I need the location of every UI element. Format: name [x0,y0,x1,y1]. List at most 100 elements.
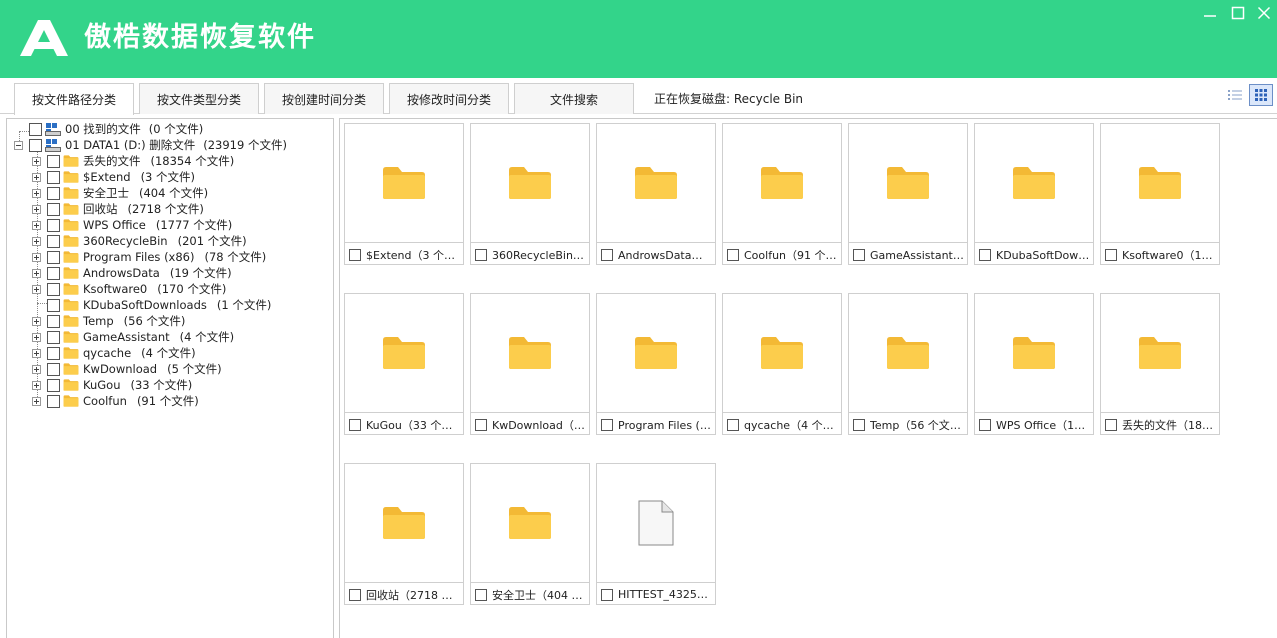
expand-icon[interactable] [32,252,41,262]
tab-file-search[interactable]: 文件搜索 [514,83,634,114]
tree-checkbox[interactable] [47,154,60,168]
tree-item[interactable]: KDubaSoftDownloads (1 个文件) [32,297,271,313]
tree-checkbox[interactable] [47,378,60,392]
tree-item[interactable]: KuGou (33 个文件) [32,377,192,393]
expand-icon[interactable] [32,332,41,342]
grid-item-checkbox[interactable] [727,418,739,431]
tree-item[interactable]: qycache (4 个文件) [32,345,196,361]
grid-item[interactable]: Program Files (x86)（78 个文件） [596,293,716,435]
tree-checkbox[interactable] [29,138,42,152]
grid-item-checkbox[interactable] [1105,248,1117,261]
grid-item-checkbox[interactable] [979,248,991,261]
tree-checkbox[interactable] [47,170,60,184]
grid-item-checkbox[interactable] [727,248,739,261]
tree-checkbox[interactable] [47,186,60,200]
tree-checkbox[interactable] [47,202,60,216]
expand-icon[interactable] [32,204,41,214]
tab-by-path[interactable]: 按文件路径分类 [14,83,134,115]
tree-item[interactable]: AndrowsData (19 个文件) [32,265,232,281]
tree-item[interactable]: Coolfun (91 个文件) [32,393,199,409]
tree-item[interactable]: WPS Office (1777 个文件) [32,217,232,233]
tree-checkbox[interactable] [47,394,60,408]
grid-item[interactable]: $Extend（3 个文件） [344,123,464,265]
tree-checkbox[interactable] [47,346,60,360]
tree-item[interactable]: Ksoftware0 (170 个文件) [32,281,226,297]
tab-by-created-time[interactable]: 按创建时间分类 [264,83,384,114]
tree-checkbox[interactable] [47,234,60,248]
grid-item-checkbox[interactable] [475,588,487,601]
grid-item-checkbox[interactable] [601,248,613,261]
tree-checkbox[interactable] [47,282,60,296]
grid-item[interactable]: HITTEST_4325202 [596,463,716,605]
tree-root-item[interactable]: 00 找到的文件 (0 个文件) [29,121,203,137]
grid-item[interactable]: KwDownload（5 个文件） [470,293,590,435]
grid-item-checkbox[interactable] [1105,418,1117,431]
grid-item-checkbox[interactable] [475,418,487,431]
file-grid[interactable]: $Extend（3 个文件） 360RecycleBin（201 个文件） Andr… [339,118,1277,638]
grid-item-checkbox[interactable] [349,418,361,431]
expand-icon[interactable] [32,172,41,182]
tab-by-type[interactable]: 按文件类型分类 [139,83,259,114]
grid-item[interactable]: 360RecycleBin（201 个文件） [470,123,590,265]
grid-view-button[interactable] [1249,84,1273,106]
list-view-button[interactable] [1223,84,1247,106]
grid-item-checkbox[interactable] [349,588,361,601]
grid-item-checkbox[interactable] [853,418,865,431]
expand-icon[interactable] [32,284,41,294]
tree-item[interactable]: 360RecycleBin (201 个文件) [32,233,247,249]
grid-item[interactable]: AndrowsData（19 个文件） [596,123,716,265]
tree-checkbox[interactable] [47,266,60,280]
tree-item[interactable]: 丢失的文件 (18354 个文件) [32,153,234,169]
grid-item-thumbnail [975,124,1093,243]
expand-icon[interactable] [32,364,41,374]
grid-item[interactable]: GameAssistant（4 个文件） [848,123,968,265]
tree-checkbox[interactable] [29,122,42,136]
expand-icon[interactable] [32,188,41,198]
tree-checkbox[interactable] [47,362,60,376]
folder-tree[interactable]: 00 找到的文件 (0 个文件) 01 DATA1 (D:) 删除文件 (23919 … [6,118,334,638]
grid-item[interactable]: qycache（4 个文件） [722,293,842,435]
minimize-button[interactable] [1198,2,1222,24]
expand-icon[interactable] [32,380,41,390]
grid-item[interactable]: KuGou（33 个文件） [344,293,464,435]
expand-icon[interactable] [32,236,41,246]
tree-item[interactable]: 回收站 (2718 个文件) [32,201,204,217]
grid-item[interactable]: WPS Office（1777 个文件） [974,293,1094,435]
expand-icon[interactable] [32,396,41,406]
tree-checkbox[interactable] [47,314,60,328]
tree-checkbox[interactable] [47,298,60,312]
tree-item[interactable]: GameAssistant (4 个文件) [32,329,234,345]
tree-checkbox[interactable] [47,330,60,344]
grid-item[interactable]: 丢失的文件（18354 个文件） [1100,293,1220,435]
app-logo [20,20,68,56]
close-button[interactable] [1252,2,1276,24]
tree-root-item[interactable]: 01 DATA1 (D:) 删除文件 (23919 个文件) [14,137,287,153]
tree-checkbox[interactable] [47,250,60,264]
expand-icon[interactable] [32,156,41,166]
expand-icon[interactable] [32,316,41,326]
tree-item[interactable]: KwDownload (5 个文件) [32,361,222,377]
grid-item-checkbox[interactable] [601,418,613,431]
grid-item[interactable]: 安全卫士（404 个文件） [470,463,590,605]
collapse-icon[interactable] [14,140,23,150]
grid-item[interactable]: KDubaSoftDownloads（1 个文件） [974,123,1094,265]
expand-icon[interactable] [32,348,41,358]
tree-item[interactable]: Temp (56 个文件) [32,313,185,329]
maximize-button[interactable] [1226,2,1250,24]
tree-item[interactable]: Program Files (x86) (78 个文件) [32,249,266,265]
tree-item[interactable]: $Extend (3 个文件) [32,169,195,185]
grid-item[interactable]: 回收站（2718 个文件） [344,463,464,605]
grid-item[interactable]: Temp（56 个文件） [848,293,968,435]
expand-icon[interactable] [32,268,41,278]
grid-item-checkbox[interactable] [853,248,865,261]
grid-item-checkbox[interactable] [475,248,487,261]
tab-by-modified-time[interactable]: 按修改时间分类 [389,83,509,114]
grid-item-checkbox[interactable] [601,588,613,601]
tree-item[interactable]: 安全卫士 (404 个文件) [32,185,208,201]
tree-checkbox[interactable] [47,218,60,232]
grid-item-checkbox[interactable] [349,248,361,261]
expand-icon[interactable] [32,220,41,230]
grid-item[interactable]: Ksoftware0（170 个文件） [1100,123,1220,265]
grid-item[interactable]: Coolfun（91 个文件） [722,123,842,265]
grid-item-checkbox[interactable] [979,418,991,431]
